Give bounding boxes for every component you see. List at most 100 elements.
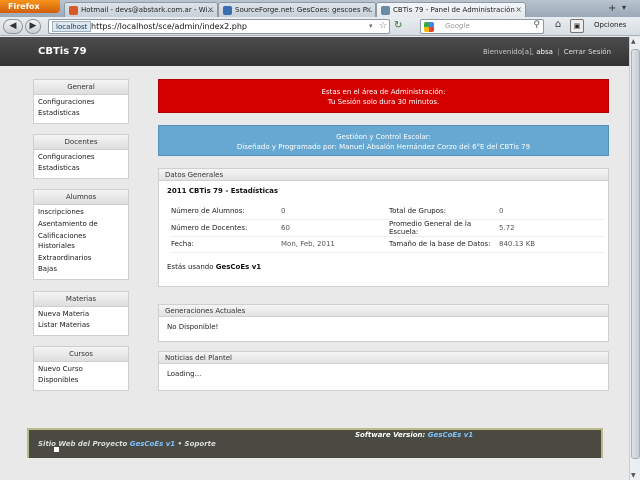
browser-tab-sourceforge[interactable]: SourceForge.net: GesCoes: gescoes P... × [218, 2, 376, 17]
version-link[interactable]: GesCoEs v1 [428, 431, 473, 439]
bullet-separator: • [177, 440, 183, 448]
options-menu-button[interactable]: Opciones [594, 21, 626, 29]
scrollbar-thumb[interactable] [631, 49, 640, 459]
using-prefix: Estás usando [167, 262, 214, 271]
sidebar-box-title: Alumnos [34, 190, 128, 205]
sidebar-link-asentamiento[interactable]: Asentamiento de Calificaciones [38, 219, 124, 242]
tools-icon[interactable]: ▣ [570, 19, 584, 33]
stat-label: Fecha: [171, 236, 281, 253]
sidebar-link-inscripciones[interactable]: Inscripciones [38, 208, 124, 219]
sidebar-box-title: Cursos [34, 347, 128, 362]
stat-value: 5.72 [499, 219, 604, 237]
sidebar-link-historiales[interactable]: Historiales [38, 242, 124, 253]
info-line-2: Diseñado y Programado por: Manuel Absaló… [236, 143, 531, 151]
generaciones-panel: Generaciones Actuales No Disponible! [158, 304, 609, 342]
sidebar-link-nuevo-curso[interactable]: Nuevo Curso [38, 365, 124, 376]
user-box: Bienvenido[a], absa | Cerrar Sesión [483, 48, 611, 56]
separator: | [557, 48, 560, 56]
session-alert: Estas en el área de Administración: Tu S… [158, 79, 609, 113]
browser-tab-bar: Firefox Hotmail - devs@abstark.com.ar - … [0, 0, 640, 17]
bookmark-star-icon[interactable]: ☆ [379, 21, 387, 31]
page-favicon-icon [381, 6, 390, 15]
software-version: Software Version: GesCoEs v1 [355, 431, 473, 439]
search-magnifier-icon[interactable]: ⚲ [533, 20, 540, 30]
footer-checkbox-icon [54, 447, 59, 452]
alert-line-1: Estas en el área de Administración: [321, 88, 446, 96]
stat-label: Número de Alumnos: [171, 203, 281, 220]
tab-label: SourceForge.net: GesCoes: gescoes P... [235, 6, 373, 14]
stat-label: Número de Docentes: [171, 219, 281, 237]
home-icon[interactable]: ⌂ [550, 19, 566, 34]
stat-label: Promedio General de la Escuela: [389, 219, 499, 237]
url-text[interactable]: https://localhost/sce/admin/index2.php [91, 22, 247, 31]
stat-value: 0 [499, 203, 604, 220]
info-line-1: Gestióon y Control Escolar: [336, 133, 431, 141]
sidebar-link-bajas[interactable]: Bajas [38, 265, 124, 276]
new-tab-plus-icon[interactable]: + [608, 3, 616, 14]
tab-list-chevron-icon[interactable]: ▾ [622, 3, 626, 12]
navigation-toolbar: ◀ ▶ localhost https://localhost/sce/admi… [0, 17, 640, 36]
search-box[interactable]: Google ⚲ [420, 19, 544, 34]
stat-value: 0 [281, 203, 389, 220]
project-site-line: Sitio Web del Proyecto GesCoEs v1 • Sopo… [38, 440, 216, 448]
site-prefix: Sitio Web del Proyecto [38, 440, 128, 448]
sidebar-link-estadisticas[interactable]: Estadisticas [38, 109, 124, 120]
forward-arrow-icon[interactable]: ▶ [25, 19, 41, 34]
sidebar-link-estadisticas[interactable]: Estadisticas [38, 164, 124, 175]
stats-title: 2011 CBTis 79 - Estadísticas [167, 187, 279, 195]
scroll-down-arrow-icon[interactable]: ▼ [631, 472, 636, 479]
sidebar-box-general: General Configuraciones Estadisticas [33, 79, 129, 124]
sidebar-box-title: General [34, 80, 128, 95]
browser-tab-hotmail[interactable]: Hotmail - devs@abstark.com.ar - Wi... × [64, 2, 218, 17]
search-input[interactable]: Google [445, 22, 470, 30]
back-arrow-icon[interactable]: ◀ [3, 19, 23, 34]
site-identity-badge[interactable]: localhost [52, 21, 92, 32]
logout-link[interactable]: Cerrar Sesión [564, 48, 611, 56]
scroll-up-arrow-icon[interactable]: ▲ [631, 38, 636, 45]
software-using-text: Estás usando GesCoEs v1 [167, 263, 600, 271]
sidebar-link-configuraciones[interactable]: Configuraciones [38, 153, 124, 164]
address-bar[interactable]: localhost https://localhost/sce/admin/in… [48, 19, 390, 34]
reload-icon[interactable]: ↻ [394, 20, 402, 31]
url-history-dropdown-icon[interactable]: ▾ [369, 22, 373, 30]
stat-value: 60 [281, 219, 389, 237]
sidebar-box-docentes: Docentes Configuraciones Estadisticas [33, 134, 129, 179]
close-tab-icon[interactable]: × [365, 5, 372, 14]
site-title: CBTis 79 [38, 46, 87, 57]
sidebar-link-extraordinarios[interactable]: Extraordinarios [38, 254, 124, 265]
sidebar-link-disponibles[interactable]: Disponibles [38, 376, 124, 387]
close-tab-icon[interactable]: × [515, 5, 522, 14]
site-footer: Software Version: GesCoEs v1 Sitio Web d… [27, 428, 603, 458]
stats-table: Número de Alumnos: 0 Total de Grupos: 0 … [171, 203, 604, 253]
datos-generales-panel: Datos Generales 2011 CBTis 79 - Estadíst… [158, 168, 609, 287]
browser-tab-cbtis-admin[interactable]: CBTis 79 - Panel de Administración × [376, 2, 526, 17]
firefox-menu-button[interactable]: Firefox [0, 0, 60, 13]
table-row: Número de Alumnos: 0 Total de Grupos: 0 [171, 203, 604, 220]
sidebar-link-listar-materias[interactable]: Listar Materias [38, 321, 124, 332]
support-link[interactable]: Soporte [185, 440, 216, 448]
noticias-panel: Noticias del Plantel Loading... [158, 351, 609, 391]
stat-value: Mon, Feb, 2011 [281, 236, 389, 253]
sidebar-link-configuraciones[interactable]: Configuraciones [38, 98, 124, 109]
vertical-scrollbar[interactable]: ▲ ▼ [629, 37, 640, 480]
panel-header: Generaciones Actuales [159, 305, 608, 317]
panel-body: No Disponible! [167, 323, 219, 331]
sidebar-box-cursos: Cursos Nuevo Curso Disponibles [33, 346, 129, 391]
panel-body: Loading... [167, 370, 202, 378]
table-row: Fecha: Mon, Feb, 2011 Tamaño de la base … [171, 236, 604, 253]
page-content: CBTis 79 Bienvenido[a], absa | Cerrar Se… [0, 37, 629, 480]
stat-value: 840.13 KB [499, 236, 604, 253]
site-header: CBTis 79 Bienvenido[a], absa | Cerrar Se… [0, 37, 629, 66]
project-site-link[interactable]: GesCoEs v1 [130, 440, 175, 448]
stat-label: Tamaño de la base de Datos: [389, 236, 499, 253]
panel-header: Datos Generales [159, 169, 608, 181]
sourceforge-favicon-icon [223, 6, 232, 15]
sidebar-link-nueva-materia[interactable]: Nueva Materia [38, 310, 124, 321]
hotmail-favicon-icon [69, 6, 78, 15]
stat-label: Total de Grupos: [389, 203, 499, 220]
table-row: Número de Docentes: 60 Promedio General … [171, 219, 604, 237]
sidebar-box-title: Docentes [34, 135, 128, 150]
google-engine-icon[interactable] [424, 22, 434, 32]
sidebar-box-title: Materias [34, 292, 128, 307]
close-tab-icon[interactable]: × [207, 5, 214, 14]
